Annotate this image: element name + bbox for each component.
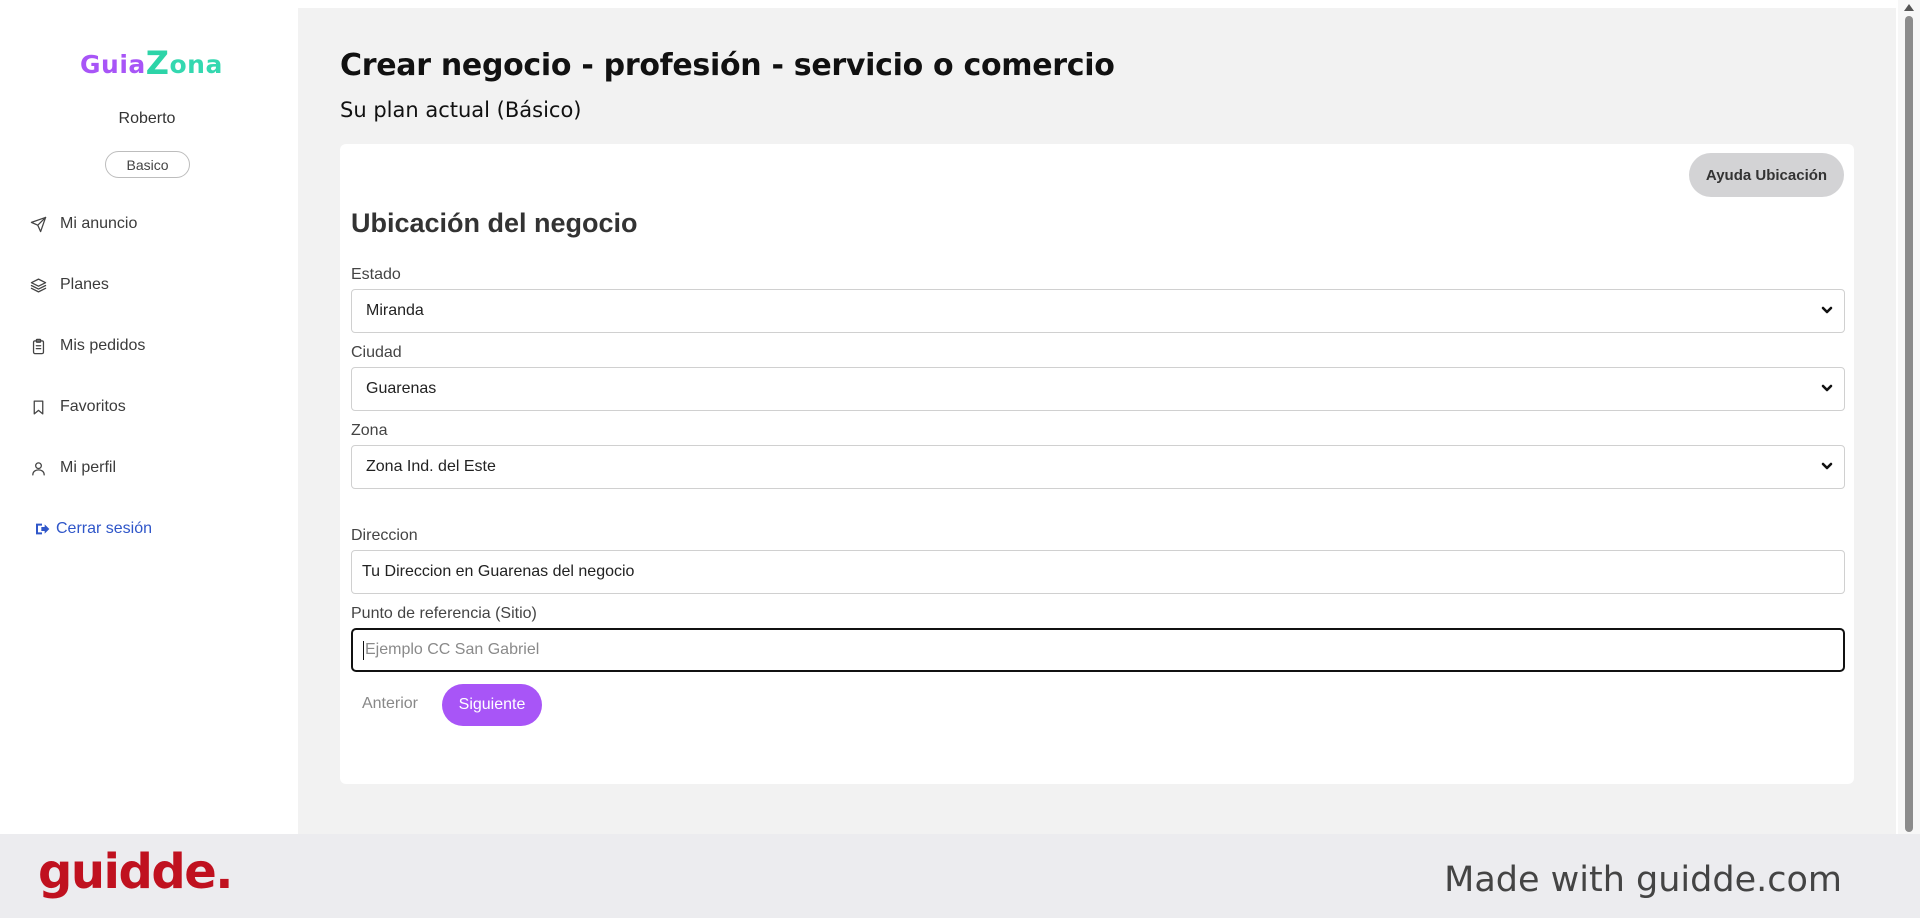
location-form-card: Ayuda Ubicación Ubicación del negocio Es… <box>340 144 1854 784</box>
nav-label: Mi anuncio <box>60 215 138 232</box>
guidde-footer: guidde. Made with guidde.com <box>0 834 1920 918</box>
punto-referencia-label: Punto de referencia (Sitio) <box>351 605 537 622</box>
clipboard-icon <box>28 336 48 356</box>
punto-referencia-input[interactable]: Ejemplo CC San Gabriel <box>351 628 1845 672</box>
user-icon <box>28 458 48 478</box>
zona-label: Zona <box>351 422 388 439</box>
text-caret <box>363 640 364 660</box>
ciudad-label: Ciudad <box>351 344 402 361</box>
chevron-down-icon <box>1820 459 1834 473</box>
direccion-value: Tu Direccion en Guarenas del negocio <box>362 563 635 580</box>
logout-icon <box>36 523 50 535</box>
main-content: Crear negocio - profesión - servicio o c… <box>298 8 1896 834</box>
plan-badge: Basico <box>105 151 190 178</box>
username: Roberto <box>118 110 176 127</box>
made-with-text: Made with guidde.com <box>1444 860 1842 900</box>
nav-item-mi-perfil[interactable]: Mi perfil <box>28 455 116 481</box>
nav-item-mis-pedidos[interactable]: Mis pedidos <box>28 333 145 359</box>
sidebar: GuiaZona Roberto Basico Mi anuncio Plane… <box>0 0 298 834</box>
estado-label: Estado <box>351 266 401 283</box>
nav-label: Planes <box>60 276 109 293</box>
logout-label: Cerrar sesión <box>56 520 153 537</box>
ciudad-value: Guarenas <box>366 380 437 397</box>
nav-item-favoritos[interactable]: Favoritos <box>28 394 126 420</box>
layers-icon <box>28 275 48 295</box>
nav-label: Mis pedidos <box>60 337 146 354</box>
punto-referencia-placeholder: Ejemplo CC San Gabriel <box>365 641 540 658</box>
vertical-scrollbar[interactable] <box>1898 0 1920 834</box>
bookmark-icon <box>28 397 48 417</box>
send-icon <box>28 214 48 234</box>
logo-part-ona: ona <box>169 50 223 79</box>
logo-part-guia: Guia <box>80 50 146 79</box>
section-title: Ubicación del negocio <box>351 208 638 238</box>
zona-value: Zona Ind. del Este <box>366 458 496 475</box>
help-location-button[interactable]: Ayuda Ubicación <box>1689 153 1844 197</box>
guidde-logo: guidde. <box>38 844 234 900</box>
scroll-up-icon[interactable] <box>1904 4 1914 11</box>
direccion-label: Direccion <box>351 527 418 544</box>
nav-label: Favoritos <box>60 398 126 415</box>
next-button[interactable]: Siguiente <box>442 684 542 726</box>
nav-item-mi-anuncio[interactable]: Mi anuncio <box>28 211 137 237</box>
nav-label: Mi perfil <box>60 459 117 476</box>
page-title: Crear negocio - profesión - servicio o c… <box>340 48 1115 83</box>
chevron-down-icon <box>1820 381 1834 395</box>
nav-item-planes[interactable]: Planes <box>28 272 109 298</box>
estado-select[interactable]: Miranda <box>351 289 1845 333</box>
estado-value: Miranda <box>366 302 424 319</box>
logo-part-z: Z <box>145 44 170 82</box>
zona-select[interactable]: Zona Ind. del Este <box>351 445 1845 489</box>
ciudad-select[interactable]: Guarenas <box>351 367 1845 411</box>
guiazona-logo[interactable]: GuiaZona <box>80 44 222 82</box>
chevron-down-icon <box>1820 303 1834 317</box>
logout-link[interactable]: Cerrar sesión <box>34 520 152 538</box>
scrollbar-thumb[interactable] <box>1905 16 1913 832</box>
direccion-input[interactable]: Tu Direccion en Guarenas del negocio <box>351 550 1845 594</box>
current-plan: Su plan actual (Básico) <box>340 98 582 122</box>
previous-button[interactable]: Anterior <box>356 684 424 724</box>
